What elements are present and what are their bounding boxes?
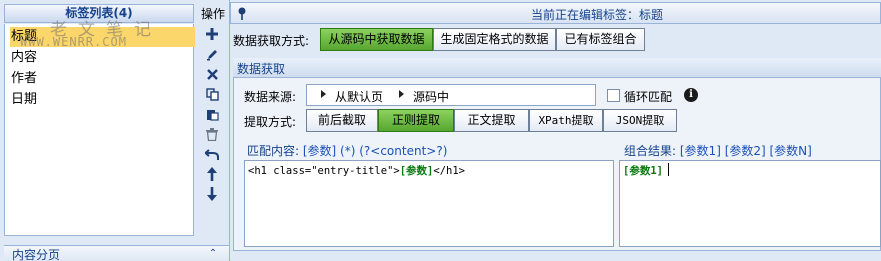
tag-item-title[interactable]: 标题: [10, 27, 195, 47]
mode-existing-tags-button[interactable]: 已有标签组合: [556, 28, 645, 51]
move-up-icon[interactable]: [205, 167, 219, 181]
match-suffix: </h1>: [433, 165, 465, 177]
match-content-value[interactable]: <h1 class="entry-title">[参数]</h1>: [248, 163, 465, 178]
loop-match-label: 循环匹配: [624, 90, 673, 104]
match-content-input[interactable]: <h1 class="entry-title">[参数]</h1>: [244, 160, 614, 247]
tag-item-date[interactable]: 日期: [11, 90, 191, 110]
extract-title-bar: 数据获取: [233, 58, 881, 78]
result-label: 组合结果: [参数1] [参数2] [参数N]: [624, 142, 812, 159]
method-json-button[interactable]: JSON提取: [603, 109, 677, 132]
operations-title: 操作: [201, 7, 226, 21]
add-icon[interactable]: [205, 27, 219, 41]
data-mode-label: 数据获取方式:: [233, 34, 310, 48]
text-caret: [668, 163, 669, 176]
source-label: 数据来源:: [244, 90, 297, 104]
editor-header: 当前正在编辑标签：标题: [230, 2, 881, 24]
method-before-after-button[interactable]: 前后截取: [306, 109, 378, 132]
tag-list-header: 标签列表(4): [4, 4, 194, 23]
tag-item-content[interactable]: 内容: [11, 48, 191, 68]
loop-match-checkbox[interactable]: [607, 89, 620, 102]
method-body-button[interactable]: 正文提取: [454, 109, 529, 132]
source-crumb-source[interactable]: 源码中: [413, 88, 449, 105]
move-down-icon[interactable]: [205, 187, 219, 201]
content-paging-label: 内容分页: [12, 248, 61, 261]
bottom-strip: [230, 251, 881, 261]
chevron-right-icon: [321, 90, 326, 98]
method-regex-button[interactable]: 正则提取: [378, 109, 454, 132]
editing-tag-label: 当前正在编辑标签：标题: [531, 8, 664, 22]
result-value[interactable]: [参数1]: [623, 163, 663, 178]
mode-from-source-button[interactable]: 从源码中获取数据: [320, 28, 433, 51]
match-param: [参数]: [399, 165, 434, 177]
content-paging-bar[interactable]: 内容分页 ⌃: [4, 245, 229, 261]
match-prefix: <h1 class="entry-title">: [248, 165, 400, 177]
result-input[interactable]: [参数1]: [619, 160, 881, 247]
tag-item-author[interactable]: 作者: [11, 69, 191, 89]
result-hint[interactable]: [参数1] [参数2] [参数N]: [680, 144, 812, 158]
chevron-right-icon: [399, 90, 404, 98]
match-hint[interactable]: [参数] (*) (?<content>?): [303, 144, 448, 158]
source-crumb-default-page[interactable]: 从默认页: [335, 88, 383, 105]
paste-icon[interactable]: [205, 107, 219, 121]
undo-icon[interactable]: [205, 147, 219, 161]
source-breadcrumb[interactable]: 从默认页 源码中: [306, 84, 596, 106]
delete-icon[interactable]: [205, 67, 219, 81]
method-xpath-button[interactable]: XPath提取: [529, 109, 603, 132]
double-chevron-up-icon[interactable]: ⌃: [206, 247, 220, 261]
match-content-label: 匹配内容: [参数] (*) (?<content>?): [247, 142, 447, 159]
result-label-text: 组合结果:: [624, 144, 677, 158]
copy-icon[interactable]: [205, 87, 219, 101]
tag-list: 标题 内容 作者 日期: [4, 24, 195, 236]
pin-icon: [238, 7, 246, 20]
info-icon[interactable]: i: [684, 88, 698, 102]
extract-method-label: 提取方式:: [244, 115, 297, 129]
edit-icon[interactable]: [205, 47, 219, 61]
extract-title: 数据获取: [237, 62, 286, 76]
match-label-text: 匹配内容:: [247, 144, 300, 158]
mode-fixed-format-button[interactable]: 生成固定格式的数据: [433, 28, 556, 51]
trash-icon[interactable]: [205, 127, 219, 141]
